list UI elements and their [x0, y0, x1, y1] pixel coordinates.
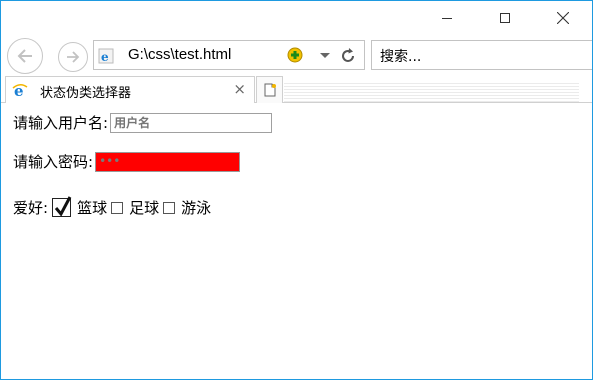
hobby-checkbox-football[interactable] [111, 201, 124, 214]
new-tab-button[interactable] [256, 76, 283, 103]
address-url[interactable]: G:\css\test.html [128, 46, 231, 63]
ie-logo-icon: e [98, 48, 114, 64]
password-mask: ••• [99, 153, 121, 168]
search-box[interactable]: 搜索... [371, 40, 592, 70]
password-label: 请输入密码: [13, 153, 94, 171]
forward-arrow-icon [67, 51, 80, 63]
navigation-toolbar: e G:\css\test.html 搜索... [1, 37, 592, 75]
tab-close-icon[interactable]: × [233, 81, 246, 97]
back-button[interactable] [7, 38, 43, 74]
password-row: 请输入密码: ••• [13, 151, 241, 172]
username-label: 请输入用户名: [13, 114, 109, 132]
username-input[interactable] [110, 112, 273, 133]
tab-active[interactable]: e 状态伪类选择器 × [5, 76, 255, 103]
search-placeholder[interactable]: 搜索... [380, 46, 421, 66]
window-caption-buttons [418, 1, 592, 35]
browser-window: e G:\css\test.html 搜索... e 状态伪类选择器 × 请输入… [0, 0, 593, 380]
hobby-label-football: 足球 [129, 199, 160, 217]
minimize-button[interactable] [418, 1, 476, 35]
tab-strip-empty [284, 82, 579, 102]
address-bar[interactable]: e G:\css\test.html [93, 40, 365, 70]
hobby-checkbox-swimming[interactable] [163, 201, 176, 214]
close-icon [557, 12, 569, 24]
compatibility-icon[interactable] [287, 47, 303, 63]
password-input[interactable]: ••• [95, 151, 241, 172]
checkmark-icon [54, 196, 72, 217]
maximize-button[interactable] [476, 1, 534, 35]
hobby-label: 爱好: [13, 199, 49, 217]
hobby-label-swimming: 游泳 [181, 199, 212, 217]
new-tab-icon [264, 83, 276, 97]
username-row: 请输入用户名: [13, 112, 273, 133]
tab-title: 状态伪类选择器 [40, 86, 132, 101]
refresh-icon[interactable] [339, 47, 357, 65]
hobby-checkbox-basketball[interactable] [52, 196, 72, 217]
close-window-button[interactable] [534, 1, 592, 35]
address-dropdown-icon[interactable] [320, 53, 330, 58]
tab-strip: e 状态伪类选择器 × [1, 76, 592, 103]
forward-button[interactable] [58, 42, 88, 72]
svg-text:e: e [101, 50, 109, 64]
ie-logo-icon: e [12, 82, 28, 98]
hobby-row: 爱好: 篮球 足球 游泳 [13, 196, 212, 218]
back-arrow-icon [17, 49, 32, 63]
hobby-label-basketball: 篮球 [77, 199, 108, 217]
